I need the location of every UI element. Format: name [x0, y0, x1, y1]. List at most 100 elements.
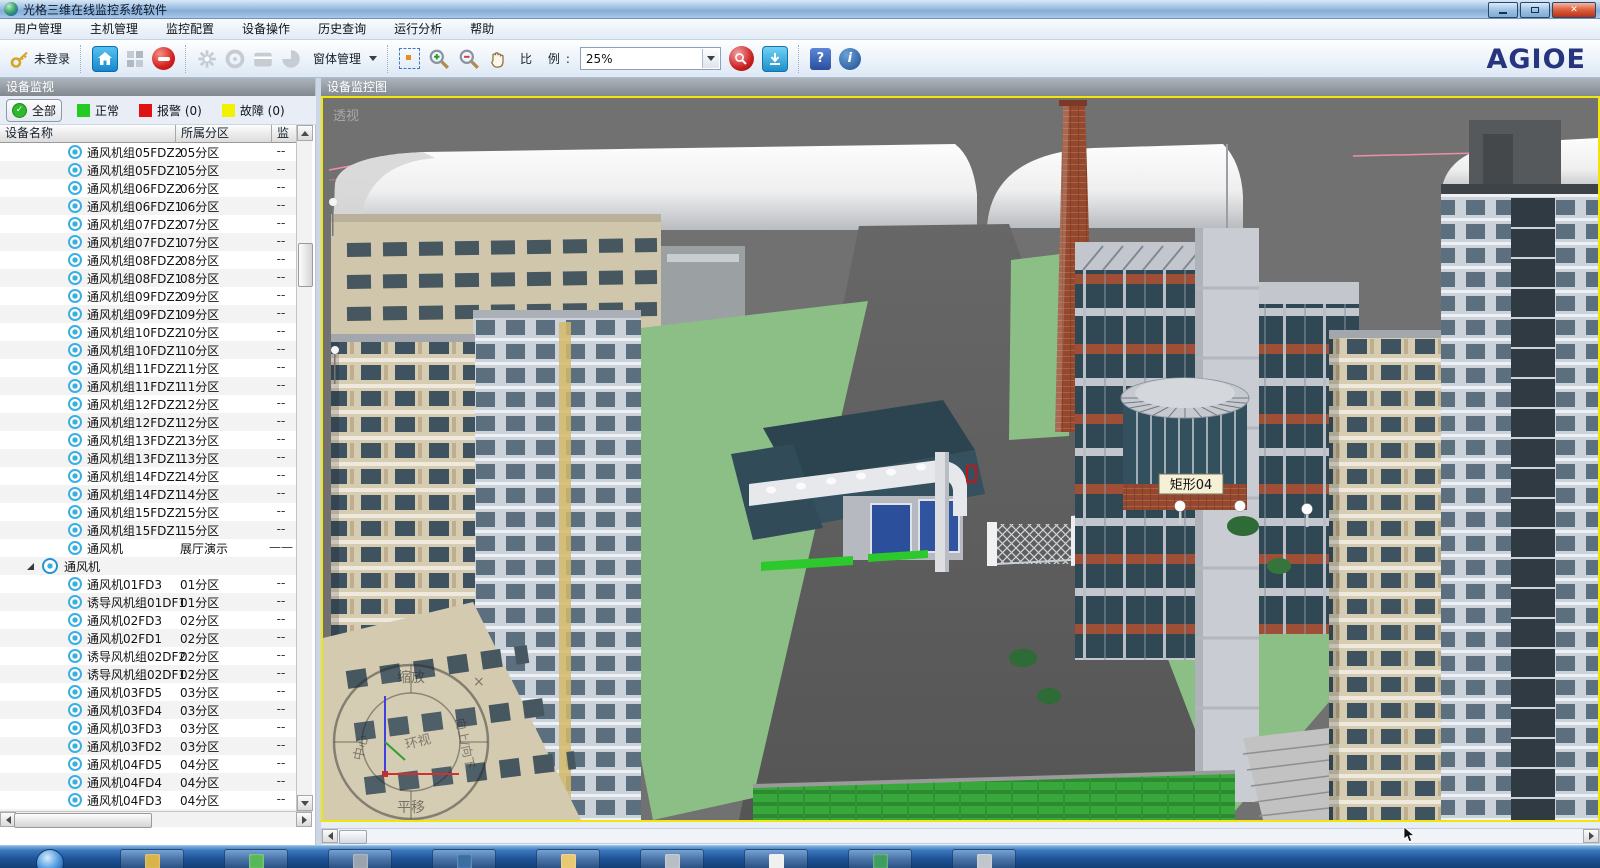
taskbar-app-2[interactable] — [224, 849, 288, 868]
table-row[interactable]: 通风机03FD203分区-- — [0, 737, 296, 755]
scroll-right-button[interactable] — [296, 812, 312, 827]
maximize-button[interactable] — [1520, 2, 1550, 18]
column-header-name[interactable]: 设备名称 — [0, 125, 176, 143]
archive-tool-button[interactable] — [249, 44, 277, 74]
device-monitor-panel: 设备监视 ✓全部正常报警 (0)故障 (0) 设备名称 所属分区 监视 通风机组… — [0, 78, 316, 845]
wheel-tool-button[interactable] — [221, 44, 249, 74]
table-row[interactable]: 通风机组11FDZ211分区-- — [0, 359, 296, 377]
zoom-in-button[interactable] — [424, 44, 454, 74]
filter-all[interactable]: ✓全部 — [6, 99, 62, 122]
table-row[interactable]: 通风机04FD404分区-- — [0, 773, 296, 791]
menu-item-3[interactable]: 监控配置 — [152, 19, 228, 40]
navigation-wheel[interactable]: 缩放 中心 环视 向上/向下 平移 × — [334, 665, 488, 819]
menu-item-7[interactable]: 帮助 — [456, 19, 508, 40]
table-row[interactable]: 通风机组15FDZ215分区-- — [0, 503, 296, 521]
table-row[interactable]: 通风机展厅演示—— — [0, 539, 296, 557]
table-row[interactable]: 通风机组15FDZ115分区-- — [0, 521, 296, 539]
table-row[interactable]: 通风机组13FDZ113分区-- — [0, 449, 296, 467]
marquee-zoom-button[interactable] — [395, 44, 424, 74]
zoom-out-button[interactable] — [454, 44, 484, 74]
scroll-down-button[interactable] — [297, 795, 313, 811]
taskbar-app-7[interactable] — [744, 849, 808, 868]
column-header-monitor[interactable]: 监视 — [272, 125, 296, 143]
scale-combobox[interactable]: 25% — [580, 47, 721, 70]
table-row[interactable]: 通风机组07FDZ207分区-- — [0, 215, 296, 233]
table-row[interactable]: 通风机组10FDZ210分区-- — [0, 323, 296, 341]
taskbar-app-3[interactable] — [328, 849, 392, 868]
table-row[interactable]: 通风机04FD504分区-- — [0, 755, 296, 773]
menu-item-1[interactable]: 用户管理 — [0, 19, 76, 40]
table-row[interactable]: 通风机组14FDZ114分区-- — [0, 485, 296, 503]
taskbar-app-8[interactable] — [848, 849, 912, 868]
table-row[interactable]: 通风机01FD301分区-- — [0, 575, 296, 593]
scroll-left-button[interactable] — [322, 829, 338, 843]
table-row[interactable]: 诱导风机组02DF102分区-- — [0, 665, 296, 683]
brand-logo: AGIOE — [1487, 44, 1587, 75]
menu-item-5[interactable]: 历史查询 — [304, 19, 380, 40]
table-row[interactable]: 诱导风机组01DF101分区-- — [0, 593, 296, 611]
table-row[interactable]: 诱导风机组02DF202分区-- — [0, 647, 296, 665]
taskbar-app-9[interactable] — [952, 849, 1016, 868]
table-row[interactable]: 通风机组10FDZ110分区-- — [0, 341, 296, 359]
fan-tool-button[interactable] — [193, 44, 221, 74]
filter-alarm[interactable]: 报警 (0) — [134, 100, 207, 121]
table-row[interactable]: 通风机组08FDZ208分区-- — [0, 251, 296, 269]
device-icon — [68, 253, 82, 267]
table-row[interactable]: 通风机03FD403分区-- — [0, 701, 296, 719]
taskbar-app-5[interactable] — [536, 849, 600, 868]
scroll-thumb[interactable] — [298, 243, 313, 287]
start-orb[interactable] — [36, 849, 64, 868]
taskbar-app-4[interactable] — [432, 849, 496, 868]
pan-button[interactable] — [484, 44, 512, 74]
export-button[interactable] — [758, 44, 792, 74]
combo-arrow[interactable] — [702, 49, 719, 68]
stop-button[interactable] — [148, 44, 179, 74]
table-row[interactable]: 通风机04FD304分区-- — [0, 791, 296, 809]
about-button[interactable]: i — [835, 44, 865, 74]
scroll-right-button[interactable] — [1583, 829, 1599, 843]
table-row[interactable]: 通风机组14FDZ214分区-- — [0, 467, 296, 485]
filter-normal[interactable]: 正常 — [72, 100, 124, 121]
table-row[interactable]: 通风机组09FDZ109分区-- — [0, 305, 296, 323]
close-button[interactable]: ✕ — [1552, 2, 1596, 18]
device-list-vertical-scrollbar[interactable] — [296, 125, 312, 811]
home-button[interactable] — [88, 44, 122, 74]
table-row[interactable]: 通风机组05FDZ105分区-- — [0, 161, 296, 179]
scroll-up-button[interactable] — [297, 125, 313, 141]
menu-item-4[interactable]: 设备操作 — [228, 19, 304, 40]
scroll-thumb[interactable] — [339, 830, 367, 844]
window-manage-button[interactable]: 窗体管理 — [305, 44, 381, 74]
column-header-zone[interactable]: 所属分区 — [176, 125, 272, 143]
title-bar[interactable]: 光格三维在线监控系统软件 ✕ — [0, 0, 1600, 19]
taskbar-app-6[interactable] — [640, 849, 704, 868]
table-row[interactable]: 通风机组06FDZ206分区-- — [0, 179, 296, 197]
scroll-thumb[interactable] — [14, 813, 152, 828]
table-row[interactable]: 通风机02FD302分区-- — [0, 611, 296, 629]
3d-viewport[interactable]: 矩形04 缩放 中心 环视 向上/向下 平移 × — [321, 96, 1600, 822]
help-button[interactable]: ? — [806, 44, 835, 74]
table-row[interactable]: 通风机组12FDZ212分区-- — [0, 395, 296, 413]
taskbar-app-1[interactable] — [120, 849, 184, 868]
login-button[interactable]: 未登录 — [6, 44, 74, 74]
fit-view-button[interactable] — [725, 44, 758, 74]
menu-item-6[interactable]: 运行分析 — [380, 19, 456, 40]
table-row[interactable]: 通风机组05FDZ205分区-- — [0, 143, 296, 161]
expander-icon[interactable] — [27, 563, 34, 570]
table-row[interactable]: 通风机组08FDZ108分区-- — [0, 269, 296, 287]
table-row[interactable]: 通风机02FD102分区-- — [0, 629, 296, 647]
table-row[interactable]: 通风机组06FDZ106分区-- — [0, 197, 296, 215]
table-row[interactable]: 通风机组09FDZ209分区-- — [0, 287, 296, 305]
device-list-horizontal-scrollbar[interactable] — [0, 811, 312, 827]
device-group-row[interactable]: 通风机 — [0, 557, 296, 575]
table-row[interactable]: 通风机03FD303分区-- — [0, 719, 296, 737]
menu-item-2[interactable]: 主机管理 — [76, 19, 152, 40]
filter-fault[interactable]: 故障 (0) — [217, 100, 290, 121]
minimize-button[interactable] — [1488, 2, 1518, 18]
table-row[interactable]: 通风机组12FDZ112分区-- — [0, 413, 296, 431]
pie-tool-button[interactable] — [277, 44, 305, 74]
layout-button[interactable] — [122, 44, 148, 74]
table-row[interactable]: 通风机组13FDZ213分区-- — [0, 431, 296, 449]
table-row[interactable]: 通风机组07FDZ107分区-- — [0, 233, 296, 251]
table-row[interactable]: 通风机组11FDZ111分区-- — [0, 377, 296, 395]
table-row[interactable]: 通风机03FD503分区-- — [0, 683, 296, 701]
